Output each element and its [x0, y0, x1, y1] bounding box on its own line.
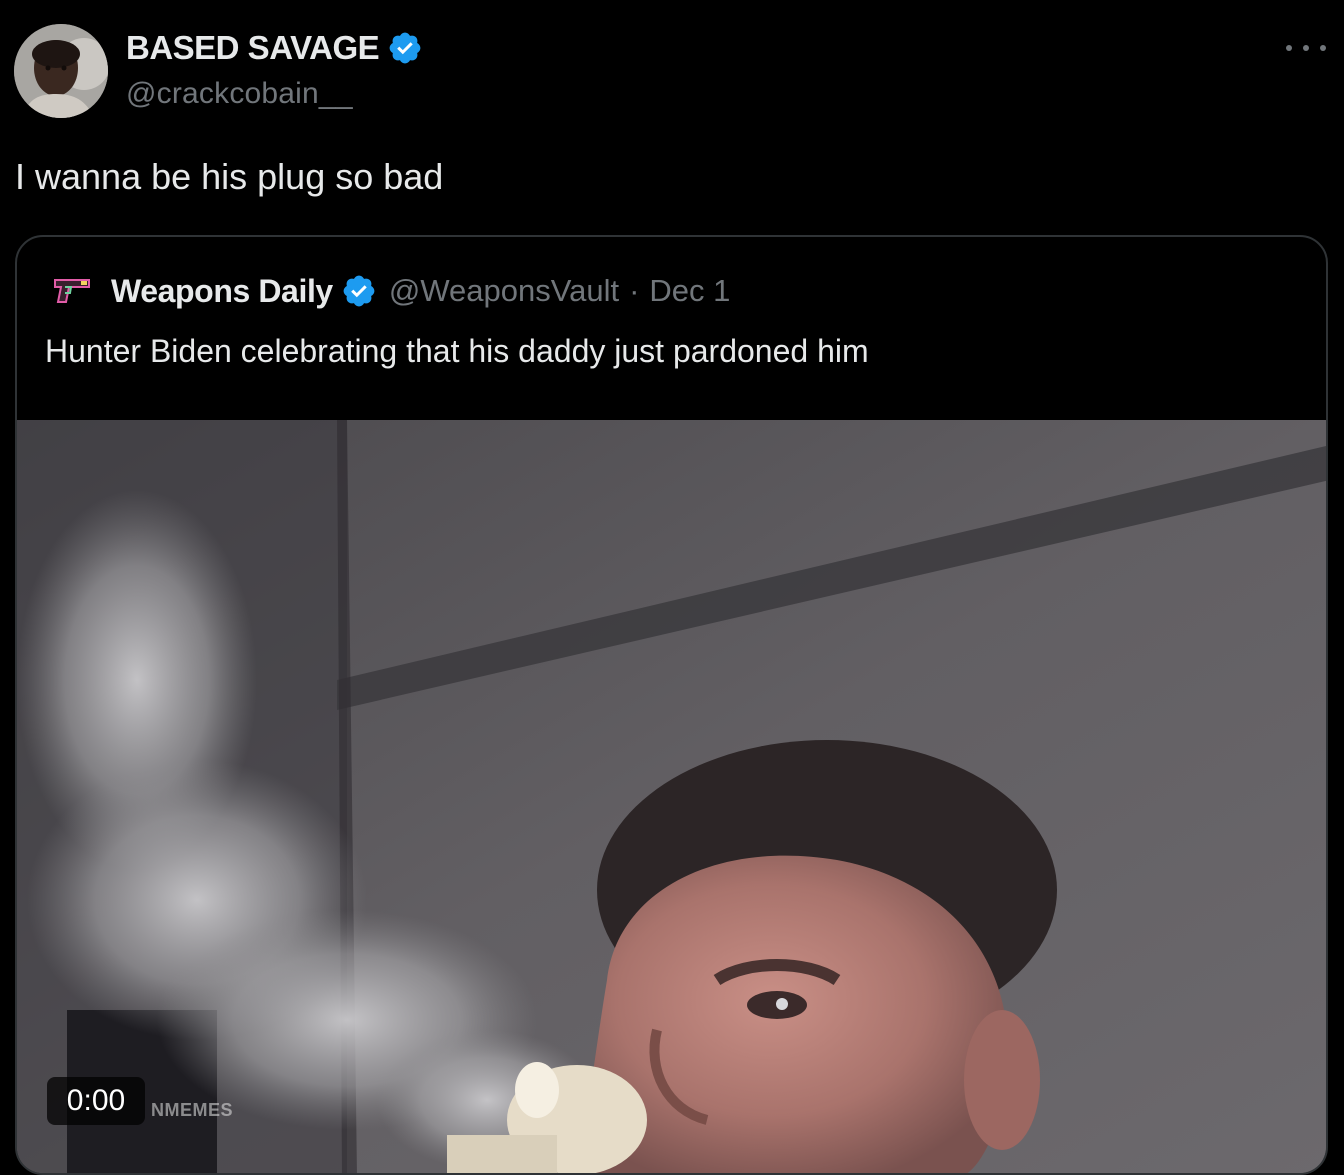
video-frame: [17, 420, 1326, 1173]
quoted-tweet-date[interactable]: Dec 1: [649, 273, 730, 309]
verified-badge-icon[interactable]: [341, 273, 377, 309]
author-name-row: BASED SAVAGE: [126, 28, 423, 68]
quoted-tweet-text: Hunter Biden celebrating that his daddy …: [45, 333, 869, 369]
verified-badge-icon[interactable]: [387, 30, 423, 66]
quoted-tweet-card[interactable]: Weapons Daily @WeaponsVault · Dec 1 Hunt…: [15, 235, 1328, 1175]
tweet-text: I wanna be his plug so bad: [15, 156, 444, 197]
more-options-button[interactable]: [1286, 33, 1326, 63]
tweet: BASED SAVAGE @crackcobain__ I wanna be h…: [0, 0, 1344, 1175]
pistol-avatar-icon[interactable]: [51, 276, 93, 306]
author-handle[interactable]: @crackcobain__: [126, 77, 353, 111]
quoted-tweet-header: Weapons Daily @WeaponsVault · Dec 1: [51, 271, 730, 311]
video-time-badge: 0:00: [47, 1077, 145, 1125]
video-watermark: NMEMES: [151, 1100, 234, 1120]
quoted-author-handle[interactable]: @WeaponsVault: [389, 273, 619, 309]
video-player[interactable]: 0:00 NMEMES: [17, 420, 1326, 1173]
author-display-name[interactable]: BASED SAVAGE: [126, 29, 380, 67]
more-dot-icon: [1320, 45, 1326, 51]
dot-separator: ·: [629, 273, 640, 308]
more-dot-icon: [1286, 45, 1292, 51]
user-avatar[interactable]: [14, 24, 108, 118]
more-dot-icon: [1303, 45, 1309, 51]
quoted-author-display-name[interactable]: Weapons Daily: [111, 273, 333, 310]
